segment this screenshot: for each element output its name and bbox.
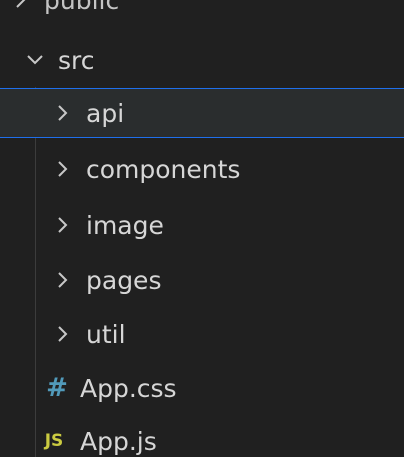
tree-folder-util[interactable]: util xyxy=(0,308,404,360)
tree-file-label: App.js xyxy=(80,426,157,456)
tree-file-label: App.css xyxy=(80,373,177,403)
chevron-right-icon xyxy=(50,267,76,293)
tree-folder-label: util xyxy=(86,319,126,349)
tree-folder-public[interactable]: public xyxy=(0,0,404,20)
file-explorer: public src api components image pages ut… xyxy=(0,0,404,457)
tree-folder-image[interactable]: image xyxy=(0,199,404,251)
chevron-right-icon xyxy=(50,212,76,238)
tree-folder-label: public xyxy=(44,0,120,15)
chevron-right-icon xyxy=(8,0,34,13)
css-hash-icon: # xyxy=(46,373,68,403)
tree-folder-pages[interactable]: pages xyxy=(0,254,404,306)
chevron-right-icon xyxy=(50,100,76,126)
tree-folder-components[interactable]: components xyxy=(0,143,404,195)
tree-folder-src[interactable]: src xyxy=(0,35,404,85)
tree-file-app-js[interactable]: JS App.js xyxy=(0,415,404,457)
tree-folder-label: src xyxy=(58,45,95,75)
chevron-right-icon xyxy=(50,321,76,347)
chevron-right-icon xyxy=(50,156,76,182)
tree-folder-label: components xyxy=(86,154,241,184)
chevron-down-icon xyxy=(22,47,48,73)
tree-folder-api[interactable]: api xyxy=(0,88,404,138)
tree-file-app-css[interactable]: # App.css xyxy=(0,362,404,414)
js-icon: JS xyxy=(44,431,64,451)
tree-folder-label: pages xyxy=(86,265,162,295)
tree-folder-label: image xyxy=(86,210,164,240)
tree-folder-label: api xyxy=(86,98,125,128)
